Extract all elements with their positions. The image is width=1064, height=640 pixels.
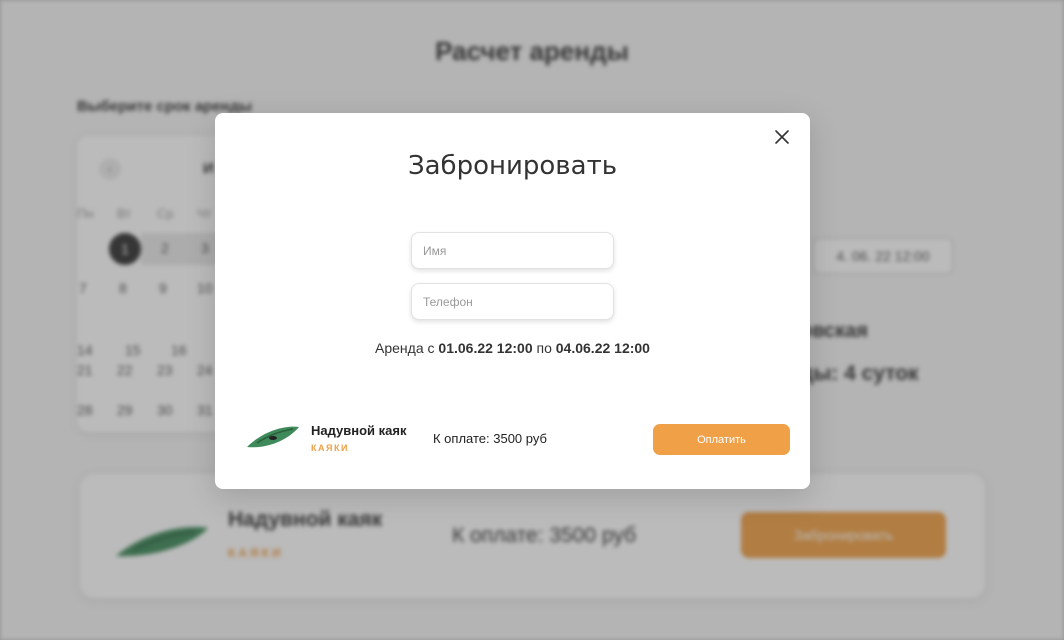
rental-period: Аренда с 01.06.22 12:00 по 04.06.22 12:0…	[215, 340, 810, 356]
modal-title: Забронировать	[407, 151, 618, 181]
rental-to: 04.06.22 12:00	[555, 340, 650, 356]
close-icon[interactable]	[772, 127, 792, 147]
name-input[interactable]	[411, 232, 614, 269]
phone-input[interactable]	[411, 283, 614, 320]
product-summary: Надувной каяк КАЯКИ К оплате: 3500 руб О…	[243, 413, 792, 463]
pay-button[interactable]: Оплатить	[653, 424, 790, 455]
kayak-image	[247, 426, 299, 448]
product-price: К оплате: 3500 руб	[433, 431, 547, 446]
rental-from: 01.06.22 12:00	[438, 340, 533, 356]
booking-modal: Забронировать Аренда с 01.06.22 12:00 по…	[215, 113, 810, 489]
rental-prefix: Аренда с	[375, 340, 439, 356]
product-name: Надувной каяк	[311, 423, 407, 438]
rental-mid: по	[532, 340, 556, 356]
product-category: КАЯКИ	[311, 443, 349, 453]
